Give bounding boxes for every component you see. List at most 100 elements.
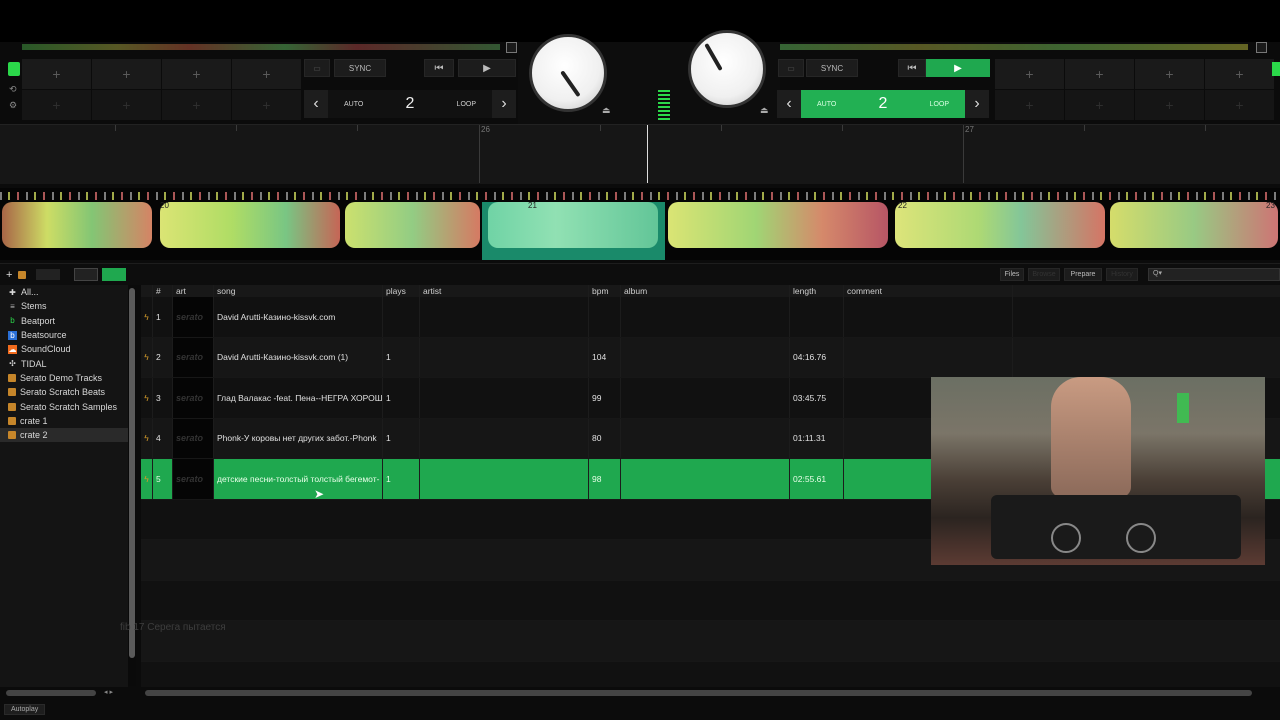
deck-right-loop-prev-button[interactable]: ‹ bbox=[777, 90, 801, 118]
bpm-cell bbox=[589, 297, 621, 337]
deck-left-loop-next-button[interactable]: › bbox=[492, 90, 516, 118]
sidebar-item-crate[interactable]: Serato Scratch Beats bbox=[0, 385, 128, 399]
deck-left-cue-mode-icon[interactable] bbox=[8, 62, 20, 76]
deck-left-loop-value: 2 bbox=[405, 95, 415, 112]
col-header-length[interactable]: length bbox=[790, 285, 844, 297]
soundcloud-icon: ☁ bbox=[8, 344, 17, 354]
sidebar-horizontal-scrollbar[interactable] bbox=[6, 690, 96, 696]
deck-right-sync-button[interactable]: SYNC bbox=[806, 59, 858, 77]
col-header-song[interactable]: song bbox=[214, 285, 383, 297]
history-button[interactable]: History bbox=[1106, 268, 1138, 281]
detail-view-icon[interactable] bbox=[102, 268, 126, 281]
deck-right-play-button[interactable]: ▶ bbox=[926, 59, 990, 77]
cue-pad[interactable]: + bbox=[92, 59, 161, 89]
deck-right-cue-mode-icon[interactable] bbox=[1272, 62, 1280, 76]
sidebar-item-crate[interactable]: crate 1 bbox=[0, 414, 128, 428]
deck-right-grid-icon[interactable] bbox=[1256, 42, 1267, 53]
deck-left-cue-back-button[interactable]: ⏮ bbox=[424, 59, 454, 77]
cue-pad[interactable]: + bbox=[1135, 90, 1204, 120]
waveform-segment bbox=[488, 202, 658, 248]
sidebar-item-tidal[interactable]: ✣ TIDAL bbox=[0, 356, 128, 370]
cue-pad[interactable]: + bbox=[995, 59, 1064, 89]
deck-left-auto-label[interactable]: AUTO bbox=[344, 101, 363, 108]
cue-pad[interactable]: + bbox=[1065, 90, 1134, 120]
col-header-plays[interactable]: plays bbox=[383, 285, 420, 297]
cue-pad[interactable]: + bbox=[22, 90, 91, 120]
artist-cell bbox=[420, 337, 589, 377]
search-input[interactable]: Q▾ bbox=[1148, 268, 1280, 281]
subcrate-toggle[interactable] bbox=[36, 269, 60, 280]
prepare-button[interactable]: Prepare bbox=[1064, 268, 1102, 281]
col-header-bpm[interactable]: bpm bbox=[589, 285, 621, 297]
deck-left-loop-label[interactable]: LOOP bbox=[457, 101, 476, 108]
beat-tick bbox=[600, 125, 601, 131]
scrollbar-thumb[interactable] bbox=[129, 288, 135, 658]
autoplay-button[interactable]: Autoplay bbox=[4, 704, 46, 715]
deck-right-loop-next-button[interactable]: › bbox=[965, 90, 989, 118]
deck-right-overview-waveform[interactable] bbox=[778, 44, 1248, 50]
cue-pad[interactable]: + bbox=[1205, 59, 1274, 89]
bpm-cell: 104 bbox=[589, 337, 621, 377]
col-header-artist[interactable]: artist bbox=[420, 285, 589, 297]
cue-pad[interactable]: + bbox=[1135, 59, 1204, 89]
browse-button[interactable]: Browse bbox=[1028, 268, 1060, 281]
sidebar-item-stems[interactable]: ≡ Stems bbox=[0, 299, 128, 313]
sidebar-item-all[interactable]: ✚ All... bbox=[0, 285, 128, 299]
col-header-comment[interactable]: comment bbox=[844, 285, 1013, 297]
col-header-num[interactable]: # bbox=[153, 285, 173, 297]
table-row[interactable]: ϟ 1 serato David Arutti-Казино-kissvk.co… bbox=[141, 297, 1280, 338]
deck-right-cue-back-button[interactable]: ⏮ bbox=[898, 59, 926, 77]
table-row[interactable]: ϟ 2 serato David Arutti-Казино-kissvk.co… bbox=[141, 337, 1280, 378]
deck-left-keylock-button[interactable]: ▭ bbox=[304, 59, 330, 77]
deck-right-platter-knob[interactable] bbox=[688, 30, 766, 108]
deck-left-overview-waveform[interactable] bbox=[22, 44, 500, 50]
sidebar-item-beatport[interactable]: b Beatport bbox=[0, 314, 128, 328]
deck-left-platter-knob[interactable] bbox=[529, 34, 607, 112]
deck-left-settings-icon[interactable]: ⚙ bbox=[9, 100, 17, 111]
sidebar-item-crate-selected[interactable]: crate 2 bbox=[0, 427, 128, 443]
deck-right-loop-label[interactable]: LOOP bbox=[930, 101, 949, 108]
flag-icon: ϟ bbox=[141, 297, 153, 337]
files-button[interactable]: Files bbox=[1000, 268, 1024, 281]
cue-pad[interactable]: + bbox=[22, 59, 91, 89]
main-waveform[interactable]: 20 21 22 23 bbox=[0, 188, 1280, 260]
table-horizontal-scrollbar[interactable] bbox=[145, 690, 1252, 696]
cue-pad[interactable]: + bbox=[92, 90, 161, 120]
crate-icon[interactable] bbox=[18, 271, 26, 279]
sidebar-item-crate[interactable]: Serato Scratch Samples bbox=[0, 399, 128, 413]
all-icon: ✚ bbox=[9, 287, 16, 297]
length-cell: 02:55.61 bbox=[790, 459, 844, 499]
crate-icon bbox=[8, 431, 16, 440]
album-cell bbox=[621, 337, 790, 377]
scroll-arrows-icon[interactable]: ◂ ▸ bbox=[104, 688, 113, 696]
col-header-album[interactable]: album bbox=[621, 285, 790, 297]
deck-left-loop-prev-button[interactable]: ‹ bbox=[304, 90, 328, 118]
deck-left-sync-button[interactable]: SYNC bbox=[334, 59, 386, 77]
sidebar-item-crate[interactable]: Serato Demo Tracks bbox=[0, 371, 128, 385]
deck-right-auto-label[interactable]: AUTO bbox=[817, 101, 836, 108]
col-header-art[interactable]: art bbox=[173, 285, 214, 297]
cue-pad[interactable]: + bbox=[995, 90, 1064, 120]
beatgrid-strip[interactable]: 26 27 bbox=[0, 124, 1280, 184]
song-cell: David Arutti-Казино-kissvk.com (1) bbox=[214, 337, 383, 377]
deck-left-eject-icon[interactable]: ⏏ bbox=[602, 105, 611, 116]
cue-pad[interactable]: + bbox=[162, 90, 231, 120]
deck-left-grid-icon[interactable] bbox=[506, 42, 517, 53]
deck-left-play-button[interactable]: ▶ bbox=[458, 59, 516, 77]
add-crate-icon[interactable]: + bbox=[6, 269, 12, 281]
row-number: 1 bbox=[153, 297, 173, 337]
crate-icon bbox=[8, 402, 16, 411]
cue-pad[interactable]: + bbox=[162, 59, 231, 89]
cue-pad[interactable]: + bbox=[1205, 90, 1274, 120]
deck-right-eject-icon[interactable]: ⏏ bbox=[760, 105, 769, 116]
cue-pad[interactable]: + bbox=[232, 59, 301, 89]
sidebar-item-soundcloud[interactable]: ☁ SoundCloud bbox=[0, 342, 128, 356]
sidebar-item-beatsource[interactable]: b Beatsource bbox=[0, 328, 128, 342]
beatport-icon: b bbox=[10, 316, 15, 326]
length-cell bbox=[790, 297, 844, 337]
deck-right-keylock-button[interactable]: ▭ bbox=[778, 59, 804, 77]
deck-left-loop-mode-icon[interactable]: ⟲ bbox=[9, 84, 17, 95]
list-view-icon[interactable] bbox=[74, 268, 98, 281]
cue-pad[interactable]: + bbox=[232, 90, 301, 120]
cue-pad[interactable]: + bbox=[1065, 59, 1134, 89]
